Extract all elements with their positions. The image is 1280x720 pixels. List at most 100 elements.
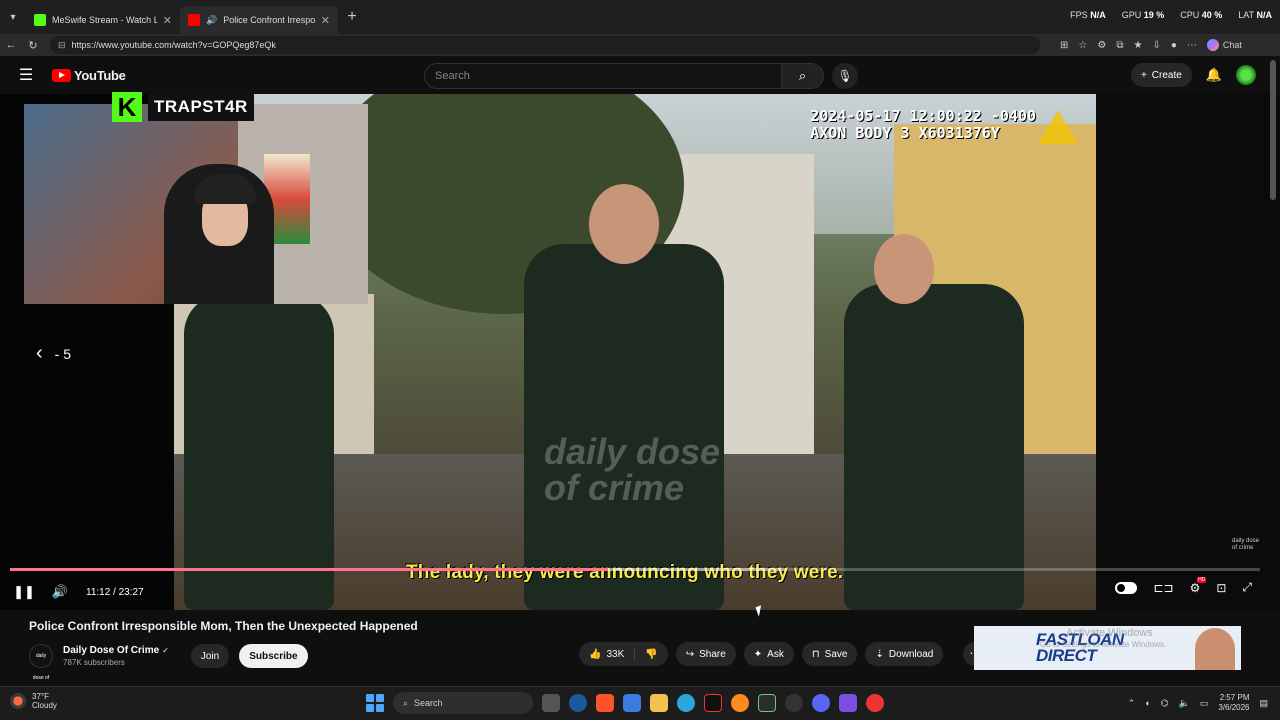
timestamp-line: 2024-05-17 12:00:22 -0400 xyxy=(810,107,1036,125)
join-button[interactable]: Join xyxy=(190,644,230,668)
steam-icon[interactable] xyxy=(569,694,587,712)
firefox-icon[interactable] xyxy=(731,694,749,712)
profile-avatar-icon[interactable]: ● xyxy=(1171,40,1177,51)
autoplay-toggle[interactable] xyxy=(1115,581,1138,594)
app-grid-icon[interactable] xyxy=(839,694,857,712)
share-button[interactable]: ↪ Share xyxy=(675,642,736,666)
microphone-icon: 🎙 xyxy=(837,69,853,83)
taskbar-search[interactable]: ⌕ Search xyxy=(393,692,533,714)
volume-tray-icon[interactable]: 🔈 xyxy=(1179,698,1190,709)
fps-stat: FPS N/A xyxy=(1070,10,1106,20)
lat-stat: LAT N/A xyxy=(1238,10,1272,20)
tiktok-icon[interactable] xyxy=(704,694,722,712)
dislike-button[interactable]: 👎 xyxy=(635,649,667,660)
create-button[interactable]: + Create xyxy=(1130,63,1192,87)
new-tab-button[interactable]: + xyxy=(338,8,366,26)
speaker-icon[interactable]: 🔊 xyxy=(206,15,217,26)
youtube-play-icon xyxy=(52,68,71,82)
windows-start-icon[interactable] xyxy=(366,694,384,712)
cpu-stat: CPU 40 % xyxy=(1180,10,1223,20)
progress-buffered xyxy=(10,568,785,571)
like-dislike-group: 👍 33K 👎 xyxy=(579,642,668,666)
subtitles-icon[interactable]: ⊏⊐ xyxy=(1153,581,1173,595)
notifications-bell-icon[interactable]: 🔔 xyxy=(1206,67,1222,83)
like-button[interactable]: 👍 33K xyxy=(579,648,636,660)
tray-overflow-icon[interactable]: ⌃ xyxy=(1128,698,1136,709)
fullscreen-icon[interactable]: ⤢ xyxy=(1242,580,1252,595)
thumbs-up-icon: 👍 xyxy=(589,648,602,660)
search-button[interactable]: ⌕ xyxy=(782,63,824,89)
more-options-icon[interactable]: ⋯ xyxy=(1187,40,1197,51)
terminal-icon[interactable] xyxy=(758,694,776,712)
obs-icon[interactable] xyxy=(785,694,803,712)
battery-icon[interactable]: ▭ xyxy=(1200,698,1209,709)
weather-condition: Cloudy xyxy=(32,701,57,710)
split-screen-icon[interactable]: ⧉ xyxy=(1116,40,1123,51)
notifications-icon[interactable]: ▤ xyxy=(1259,698,1268,709)
task-view-icon[interactable] xyxy=(542,694,560,712)
chat-label: Chat xyxy=(1222,40,1242,50)
video-player[interactable]: 2024-05-17 12:00:22 -0400 AXON BODY 3 X6… xyxy=(0,92,1280,610)
edge-icon[interactable] xyxy=(677,694,695,712)
copilot-chat-button[interactable]: Chat xyxy=(1206,39,1242,51)
discord-icon[interactable] xyxy=(812,694,830,712)
channel-avatar[interactable]: daily dose of crime xyxy=(29,644,53,703)
thumbs-down-icon: 👎 xyxy=(645,648,658,660)
channel-name[interactable]: Daily Dose Of Crime ✓ xyxy=(63,645,169,656)
activate-windows-subtext: Go to Settings to activate Windows. xyxy=(1040,640,1167,649)
account-avatar[interactable] xyxy=(1236,65,1256,85)
favorites-icon[interactable]: ★ xyxy=(1133,40,1142,51)
close-tab-icon[interactable]: ✕ xyxy=(163,14,172,27)
subscribe-button[interactable]: Subscribe xyxy=(239,644,308,668)
chevron-left-icon: ‹ xyxy=(36,342,43,364)
network-icon[interactable]: ⌬ xyxy=(1161,698,1169,709)
search-bar: Search ⌕ 🎙 xyxy=(424,63,858,89)
performance-overlay: FPS N/A GPU 19 % CPU 40 % LAT N/A xyxy=(1070,10,1272,20)
downloads-icon[interactable]: ⇩ xyxy=(1152,40,1160,51)
taskbar-apps: ⌕ Search xyxy=(366,692,884,714)
tab-title: Police Confront Irresponsible xyxy=(223,15,315,25)
calculator-icon[interactable] xyxy=(623,694,641,712)
tab-kick-stream[interactable]: MeSwife Stream - Watch Live ✕ xyxy=(26,6,180,34)
settings-gear-icon[interactable]: ⚙ xyxy=(1190,576,1206,595)
plus-icon: + xyxy=(1140,69,1147,81)
tray-app-icon[interactable]: ◐ xyxy=(1145,698,1150,708)
tab-youtube-video[interactable]: 🔊 Police Confront Irresponsible ✕ xyxy=(180,6,338,34)
site-info-icon[interactable]: ⊟ xyxy=(58,40,66,51)
voice-search-button[interactable]: 🎙 xyxy=(832,63,858,89)
windows-taskbar: 37°F Cloudy ⌕ Search ⌃ ◐ ⌬ 🔈 ▭ 2:57 PM 3… xyxy=(0,686,1280,720)
url-text: https://www.youtube.com/watch?v=GOPQeg87… xyxy=(71,40,276,50)
clock[interactable]: 2:57 PM 3/6/2026 xyxy=(1218,693,1249,713)
app-install-icon[interactable]: ⊞ xyxy=(1060,40,1068,51)
time-display: 11:12 / 23:27 xyxy=(86,586,144,598)
record-app-icon[interactable] xyxy=(866,694,884,712)
weather-widget[interactable]: 37°F Cloudy xyxy=(10,692,57,710)
download-button[interactable]: ⇣ Download xyxy=(865,642,944,666)
close-tab-icon[interactable]: ✕ xyxy=(321,14,330,27)
page-scrollbar[interactable] xyxy=(1270,60,1276,200)
brave-icon[interactable] xyxy=(596,694,614,712)
taskbar-search-label: Search xyxy=(414,698,443,708)
search-input[interactable]: Search xyxy=(424,63,782,89)
ask-button[interactable]: ✦ Ask xyxy=(743,642,794,666)
menu-hamburger-icon[interactable]: ☰ xyxy=(0,65,52,85)
back-arrow-icon[interactable]: ← xyxy=(0,39,22,51)
volume-button[interactable]: 🔊 xyxy=(42,584,78,600)
pause-button[interactable]: ❚❚ xyxy=(6,584,42,600)
url-field[interactable]: ⊟ https://www.youtube.com/watch?v=GOPQeg… xyxy=(50,36,1040,54)
youtube-header: ☰ YouTube Search ⌕ 🎙 + Create 🔔 xyxy=(0,56,1280,94)
reload-icon[interactable]: ↻ xyxy=(22,39,44,52)
system-tray: ⌃ ◐ ⌬ 🔈 ▭ 2:57 PM 3/6/2026 ▤ xyxy=(1128,693,1268,713)
progress-bar[interactable] xyxy=(10,568,1260,571)
tab-list-menu-icon[interactable]: ▾ xyxy=(0,12,26,23)
favorite-star-icon[interactable]: ☆ xyxy=(1078,40,1087,51)
youtube-favicon-icon xyxy=(188,14,200,26)
youtube-logo[interactable]: YouTube xyxy=(52,68,126,83)
tab-title: MeSwife Stream - Watch Live xyxy=(52,15,157,25)
extensions-icon[interactable]: ⚙ xyxy=(1097,40,1106,51)
save-button[interactable]: ⊓ Save xyxy=(801,642,858,666)
miniplayer-icon[interactable]: ⊡ xyxy=(1216,581,1226,595)
verified-icon: ✓ xyxy=(162,646,169,655)
file-explorer-icon[interactable] xyxy=(650,694,668,712)
channel-info: Daily Dose Of Crime ✓ 787K subscribers xyxy=(63,645,169,667)
